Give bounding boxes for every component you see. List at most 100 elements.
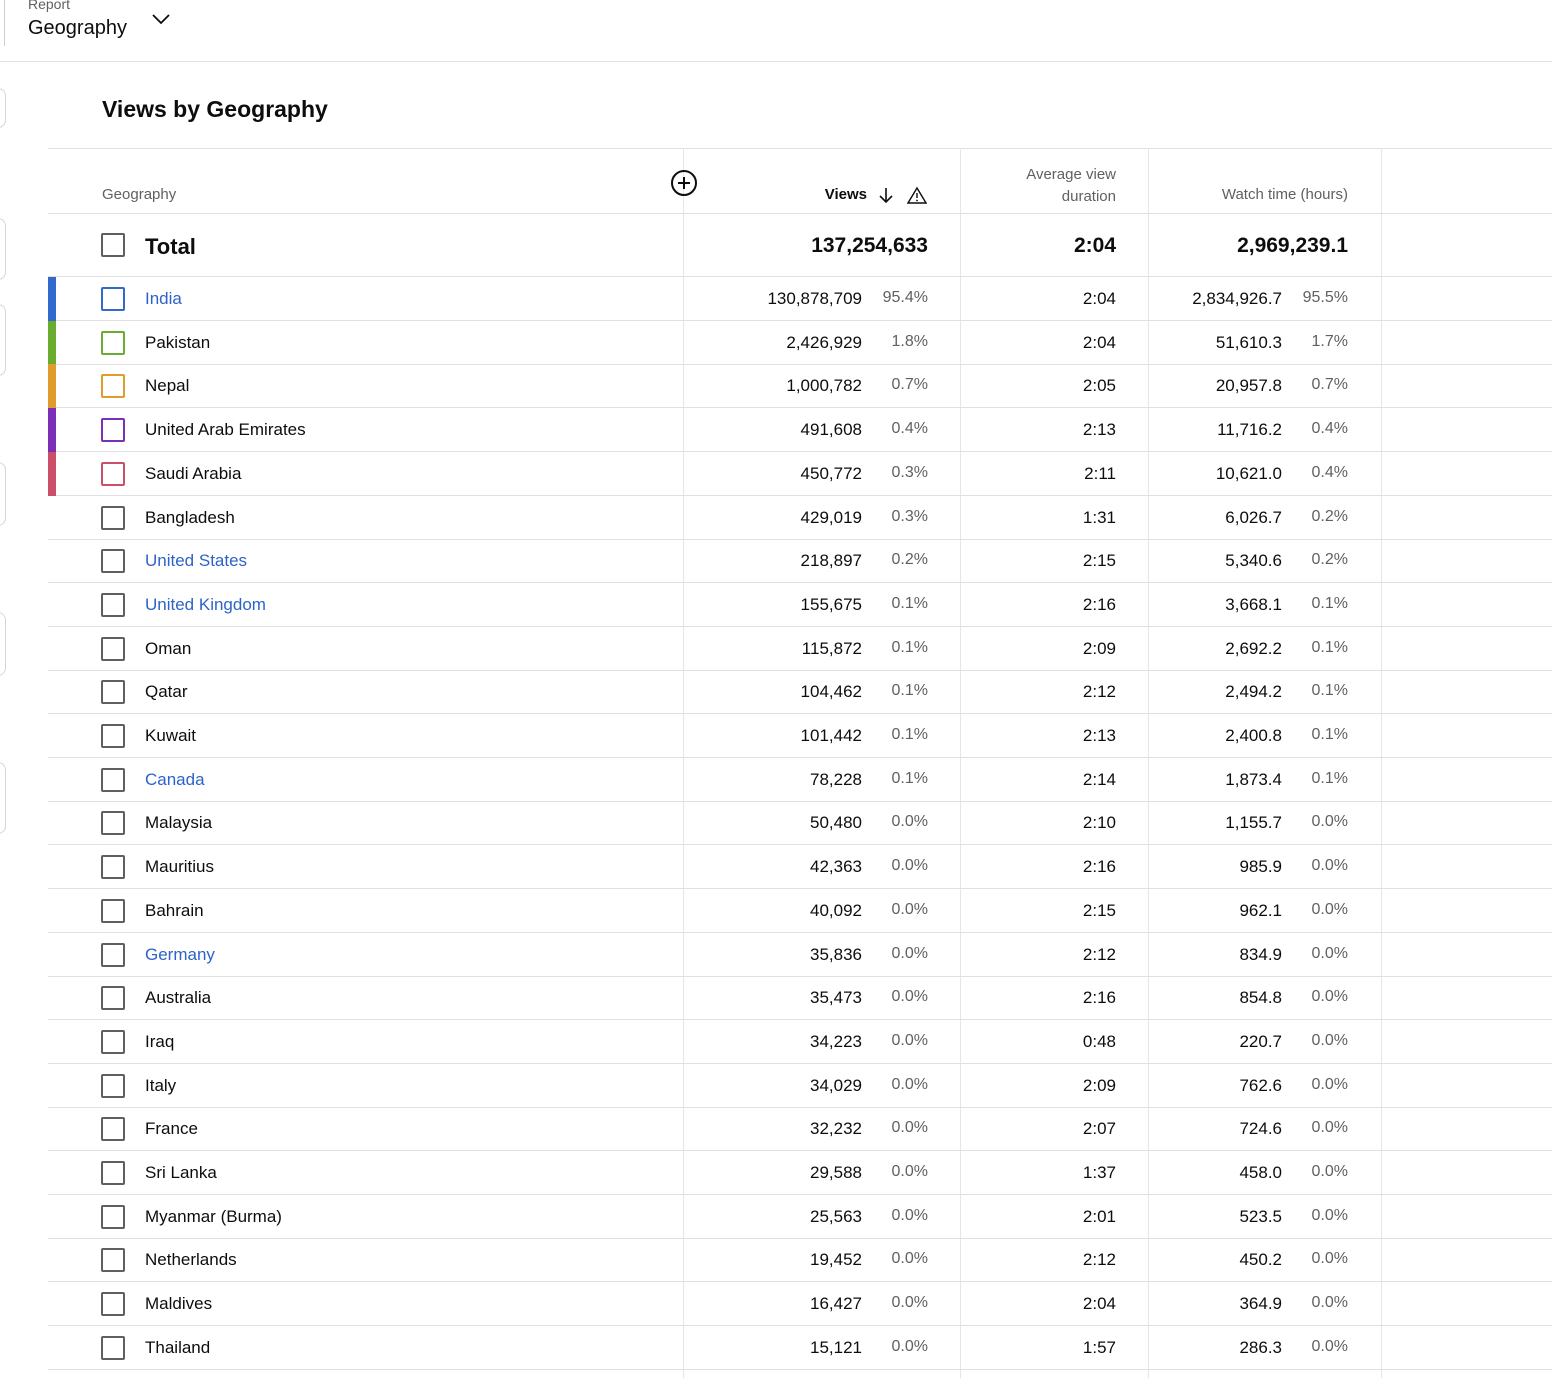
- average-view-duration-value: 0:48: [1082, 1031, 1116, 1051]
- views-value: 218,897: [800, 551, 862, 571]
- row-checkbox[interactable]: [101, 1117, 125, 1142]
- left-edge-control[interactable]: [0, 462, 6, 526]
- row-checkbox[interactable]: [101, 461, 125, 486]
- left-edge-control[interactable]: [0, 218, 6, 280]
- views-percent: 0.1%: [891, 638, 928, 656]
- table-row[interactable]: India 130,878,709 95.4% 2:04 2,834,926.7 95.5…: [48, 277, 1552, 321]
- row-checkbox[interactable]: [101, 1292, 125, 1317]
- left-edge-control[interactable]: [0, 762, 6, 834]
- row-checkbox[interactable]: [101, 1029, 125, 1054]
- table-row[interactable]: Pakistan 2,426,929 1.8% 2:04 51,610.3 1.7%: [48, 320, 1552, 365]
- watch-time-value: 450.2: [1239, 1250, 1282, 1270]
- row-checkbox[interactable]: [101, 549, 125, 574]
- country-name[interactable]: Canada: [145, 770, 205, 790]
- chevron-down-icon[interactable]: [150, 10, 172, 28]
- table-row[interactable]: Qatar 104,462 0.1% 2:12 2,494.2 0.1%: [48, 670, 1552, 715]
- views-value: 16,427: [810, 1294, 862, 1314]
- table-row[interactable]: Mauritius 42,363 0.0% 2:16 985.9 0.0%: [48, 845, 1552, 890]
- left-edge-control[interactable]: [0, 612, 6, 676]
- average-view-duration-value: 2:01: [1082, 1206, 1116, 1226]
- table-row[interactable]: Sri Lanka 29,588 0.0% 1:37 458.0 0.0%: [48, 1151, 1552, 1195]
- views-value: 40,092: [810, 900, 862, 920]
- row-checkbox[interactable]: [101, 1161, 125, 1185]
- row-checkbox[interactable]: [101, 287, 125, 311]
- table-row[interactable]: Maldives 16,427 0.0% 2:04 364.9 0.0%: [48, 1282, 1552, 1327]
- table-row[interactable]: Australia 35,473 0.0% 2:16 854.8 0.0%: [48, 976, 1552, 1021]
- views-percent: 0.1%: [891, 726, 928, 743]
- table-row[interactable]: Nepal 1,000,782 0.7% 2:05 20,957.8 0.7%: [48, 364, 1552, 409]
- table-row[interactable]: United Kingdom 155,675 0.1% 2:16 3,668.1 0.1%: [48, 583, 1552, 627]
- country-name: Malaysia: [145, 813, 213, 833]
- table-row[interactable]: France 32,232 0.0% 2:07 724.6 0.0%: [48, 1107, 1552, 1152]
- average-view-duration-value: 2:11: [1084, 463, 1116, 483]
- watch-time-value: 458.0: [1239, 1163, 1282, 1182]
- watch-time-percent: 0.0%: [1311, 1031, 1348, 1049]
- average-view-duration-value: 2:12: [1082, 944, 1116, 964]
- row-checkbox[interactable]: [101, 855, 125, 880]
- row-checkbox[interactable]: [101, 1073, 125, 1098]
- watch-time-percent: 0.0%: [1311, 1119, 1348, 1137]
- watch-time-value: 834.9: [1239, 944, 1282, 964]
- country-name[interactable]: United Kingdom: [145, 595, 266, 615]
- row-checkbox[interactable]: [101, 1248, 125, 1273]
- table-row[interactable]: Germany 35,836 0.0% 2:12 834.9 0.0%: [48, 933, 1552, 977]
- left-edge-control[interactable]: [0, 88, 6, 128]
- left-edge-control[interactable]: [0, 304, 6, 376]
- table-row[interactable]: Oman 115,872 0.1% 2:09 2,692.2 0.1%: [48, 627, 1552, 671]
- table-row[interactable]: United States 218,897 0.2% 2:15 5,340.6 0.2%: [48, 539, 1552, 584]
- country-name[interactable]: United States: [145, 551, 247, 571]
- row-checkbox[interactable]: [101, 811, 125, 836]
- table-row[interactable]: Canada 78,228 0.1% 2:14 1,873.4 0.1%: [48, 758, 1552, 802]
- row-checkbox[interactable]: [101, 418, 125, 443]
- report-selector[interactable]: Report Geography: [0, 0, 1552, 62]
- row-checkbox[interactable]: [101, 1204, 125, 1229]
- table-row[interactable]: Kuwait 101,442 0.1% 2:13 2,400.8 0.1%: [48, 714, 1552, 758]
- warning-icon[interactable]: [907, 186, 927, 204]
- row-checkbox[interactable]: [101, 592, 125, 617]
- column-header-average-view-duration[interactable]: Average view duration: [960, 164, 1116, 208]
- add-column-icon[interactable]: [670, 169, 698, 197]
- average-view-duration-value: 2:14: [1082, 769, 1116, 789]
- report-value[interactable]: Geography: [28, 17, 127, 40]
- watch-time-value: 2,494.2: [1225, 682, 1282, 702]
- row-checkbox[interactable]: [101, 898, 125, 923]
- row-checkbox[interactable]: [101, 505, 125, 530]
- views-percent: 0.7%: [891, 376, 928, 394]
- watch-time-value: 523.5: [1239, 1206, 1282, 1226]
- country-name[interactable]: Germany: [145, 945, 215, 965]
- country-name[interactable]: India: [145, 289, 182, 309]
- country-name: Bahrain: [145, 900, 204, 920]
- table-row[interactable]: Bahrain 40,092 0.0% 2:15 962.1 0.0%: [48, 889, 1552, 933]
- table-row[interactable]: Italy 34,029 0.0% 2:09 762.6 0.0%: [48, 1064, 1552, 1108]
- row-checkbox[interactable]: [101, 680, 125, 705]
- table-row[interactable]: Myanmar (Burma) 25,563 0.0% 2:01 523.5 0.0%: [48, 1195, 1552, 1239]
- row-checkbox[interactable]: [101, 986, 125, 1011]
- sort-descending-icon[interactable]: [878, 186, 894, 204]
- watch-time-percent: 0.0%: [1311, 1163, 1348, 1180]
- table-row[interactable]: Malaysia 50,480 0.0% 2:10 1,155.7 0.0%: [48, 801, 1552, 846]
- country-name: Thailand: [145, 1337, 211, 1357]
- row-checkbox[interactable]: [101, 942, 125, 967]
- total-checkbox[interactable]: [101, 233, 125, 257]
- table-row[interactable]: Bangladesh 429,019 0.3% 1:31 6,026.7 0.2%: [48, 496, 1552, 540]
- views-value: 450,772: [800, 463, 862, 483]
- views-value: 78,228: [810, 769, 862, 789]
- row-checkbox[interactable]: [101, 636, 125, 661]
- column-header-views[interactable]: Views: [748, 186, 867, 203]
- row-checkbox[interactable]: [101, 767, 125, 792]
- table-row[interactable]: Iraq 34,223 0.0% 0:48 220.7 0.0%: [48, 1020, 1552, 1064]
- country-name: Oman: [145, 638, 192, 658]
- row-checkbox[interactable]: [101, 1335, 125, 1360]
- table-row[interactable]: Saudi Arabia 450,772 0.3% 2:11 10,621.0 0.4%: [48, 451, 1552, 496]
- row-checkbox[interactable]: [101, 374, 125, 399]
- table-row[interactable]: Netherlands 19,452 0.0% 2:12 450.2 0.0%: [48, 1238, 1552, 1283]
- table-row[interactable]: United Arab Emirates 491,608 0.4% 2:13 11,71…: [48, 408, 1552, 453]
- table-row[interactable]: Thailand 15,121 0.0% 1:57 286.3 0.0%: [48, 1326, 1552, 1370]
- column-header-geography[interactable]: Geography: [102, 186, 176, 203]
- row-checkbox[interactable]: [101, 330, 125, 355]
- column-header-watch-time[interactable]: Watch time (hours): [1148, 186, 1348, 203]
- row-checkbox[interactable]: [101, 724, 125, 748]
- views-percent: 0.0%: [891, 1163, 928, 1180]
- views-percent: 1.8%: [891, 332, 928, 350]
- average-view-duration-value: 2:04: [1082, 289, 1116, 308]
